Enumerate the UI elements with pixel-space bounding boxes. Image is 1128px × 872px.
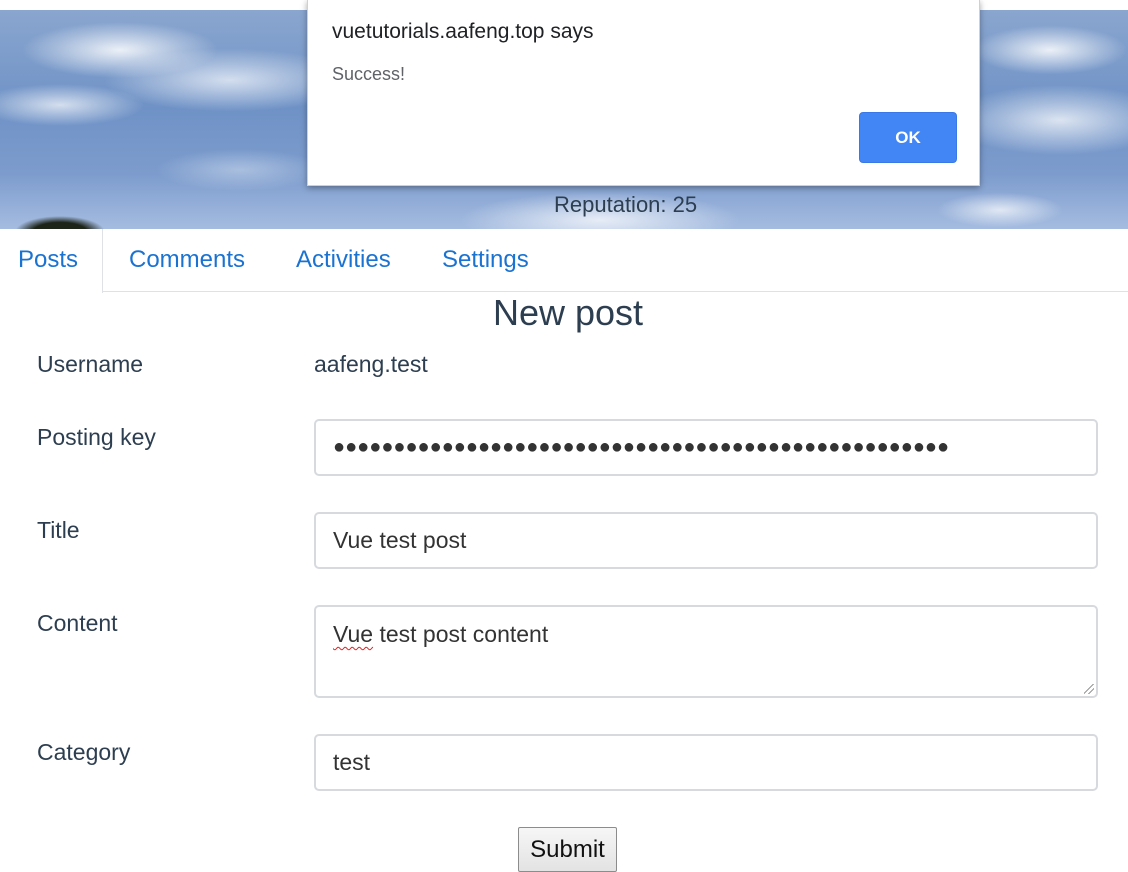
tab-activities[interactable]: Activities xyxy=(296,229,391,292)
content-textarea[interactable]: Vue test post content xyxy=(314,605,1098,698)
category-input[interactable]: test xyxy=(314,734,1098,791)
ok-button[interactable]: OK xyxy=(859,112,957,163)
tab-posts[interactable]: Posts xyxy=(0,229,103,293)
form-heading: New post xyxy=(492,292,644,333)
posting-key-label: Posting key xyxy=(37,424,156,450)
content-text-rest: test post content xyxy=(373,621,549,647)
resize-handle-icon[interactable] xyxy=(1084,684,1094,694)
content-label: Content xyxy=(37,610,118,636)
posting-key-masked-value: ●●●●●●●●●●●●●●●●●●●●●●●●●●●●●●●●●●●●●●●●… xyxy=(333,436,950,458)
posting-key-input[interactable]: ●●●●●●●●●●●●●●●●●●●●●●●●●●●●●●●●●●●●●●●●… xyxy=(314,419,1098,476)
reputation-text: Reputation: 25 xyxy=(554,192,698,217)
tab-settings[interactable]: Settings xyxy=(442,229,529,292)
page: Reputation: 25 Posts Comments Activities… xyxy=(0,0,1128,872)
content-textarea-value: Vue test post content xyxy=(333,621,548,648)
title-input[interactable]: Vue test post xyxy=(314,512,1098,569)
title-label: Title xyxy=(37,517,80,543)
category-input-value: test xyxy=(333,749,371,775)
tab-comments[interactable]: Comments xyxy=(129,229,245,292)
profile-tabs: Posts Comments Activities Settings xyxy=(0,229,1128,293)
username-value: aafeng.test xyxy=(314,351,428,377)
tree-silhouette xyxy=(10,210,110,229)
dialog-message: Success! xyxy=(332,64,406,84)
dialog-title: vuetutorials.aafeng.top says xyxy=(332,20,594,43)
username-label: Username xyxy=(37,351,144,377)
title-input-value: Vue test post xyxy=(333,527,467,553)
submit-button[interactable]: Submit xyxy=(518,827,617,872)
misspelled-word: Vue xyxy=(333,621,374,647)
category-label: Category xyxy=(37,739,131,765)
alert-dialog: vuetutorials.aafeng.top says Success! OK xyxy=(307,0,980,186)
